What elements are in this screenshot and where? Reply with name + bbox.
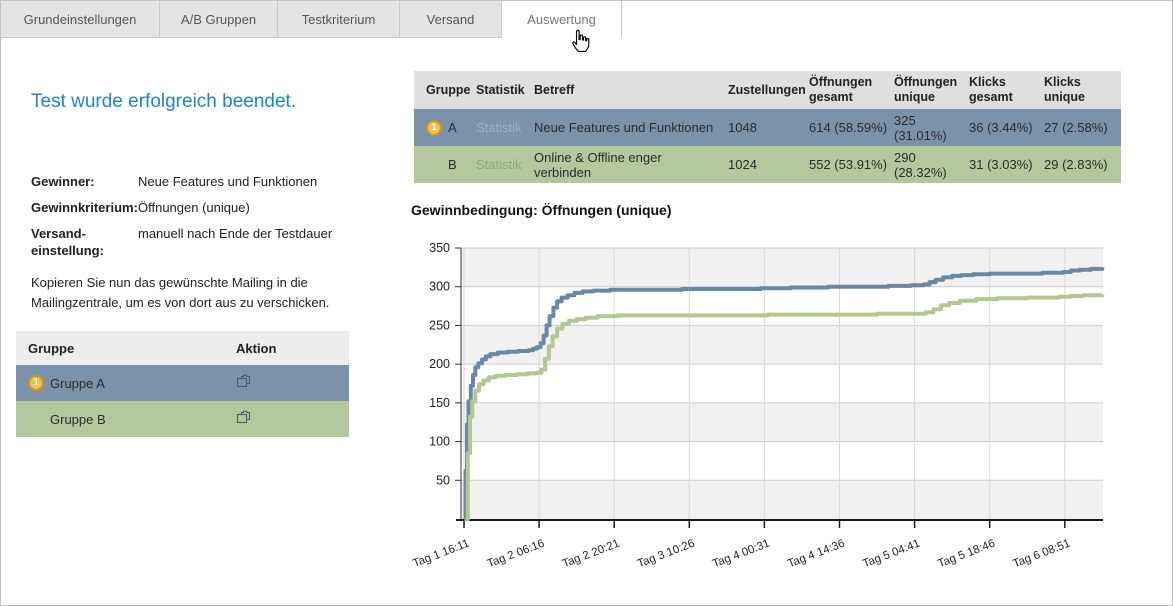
stats-group-cell: 1A — [414, 109, 476, 146]
x-tick-label: Tag 6 08:51 — [1011, 538, 1071, 571]
winner-info: Gewinner:Neue Features und FunktionenGew… — [31, 173, 361, 259]
success-heading: Test wurde erfolgreich beendet. — [31, 91, 361, 113]
copy-icon[interactable] — [236, 373, 252, 388]
groups-action-table: Gruppe Aktion 1 Gruppe A Gruppe B — [16, 331, 349, 437]
oeffnungen-gesamt-cell: 614 (58.59%) — [809, 109, 894, 146]
group-name: Gruppe B — [50, 412, 106, 427]
statistik-link[interactable]: Statistik — [476, 157, 522, 172]
chart-band — [461, 442, 1103, 481]
statistics-table: GruppeStatistikBetreffZustellungenÖffnun… — [414, 71, 1121, 183]
klicks-unique-cell: 27 (2.58%) — [1044, 109, 1121, 146]
x-tick-label: Tag 1 16:11 — [411, 538, 471, 570]
info-value: manuell nach Ende der Testdauer — [138, 225, 332, 259]
table-row: B Statistik Online & Offline enger verbind… — [414, 146, 1121, 183]
x-tick-label: Tag 2 20:21 — [561, 538, 621, 571]
tab-bar: GrundeinstellungenA/B GruppenTestkriteri… — [1, 1, 622, 38]
klicks-gesamt-cell: 31 (3.03%) — [969, 146, 1044, 183]
y-tick-label: 250 — [429, 318, 450, 332]
table-row[interactable]: 1 Gruppe A — [16, 365, 349, 401]
y-tick-label: 350 — [429, 241, 450, 255]
zustellungen-cell: 1024 — [728, 146, 809, 183]
y-tick-label: 50 — [436, 473, 450, 487]
y-tick-label: 150 — [429, 396, 450, 410]
tab-a-b-gruppen[interactable]: A/B Gruppen — [160, 1, 278, 38]
info-value: Neue Features und Funktionen — [138, 173, 317, 190]
oeffnungen-unique-cell: 325 (31.01%) — [894, 109, 969, 146]
copy-icon[interactable] — [236, 409, 252, 424]
betreff-cell: Neue Features und Funktionen — [534, 109, 728, 146]
tab-versand[interactable]: Versand — [400, 1, 502, 38]
stats-header-0: Gruppe — [414, 71, 476, 109]
group-letter-wrap: B — [426, 157, 470, 172]
y-tick-label: 300 — [429, 280, 450, 294]
tab-auswertung[interactable]: Auswertung — [502, 1, 622, 38]
ab-test-evaluation-page: GrundeinstellungenA/B GruppenTestkriteri… — [0, 0, 1173, 606]
x-tick-label: Tag 5 18:46 — [936, 538, 996, 571]
groups-header-aktion: Aktion — [236, 341, 349, 356]
stats-header-5: Öffnungen unique — [894, 71, 969, 109]
result-panel: Test wurde erfolgreich beendet. Gewinner… — [31, 91, 361, 313]
klicks-gesamt-cell: 36 (3.44%) — [969, 109, 1044, 146]
stats-header-7: Klicks unique — [1044, 71, 1121, 109]
statistik-link-cell: Statistik — [476, 146, 534, 183]
groups-header-gruppe: Gruppe — [16, 341, 236, 356]
hand-pointer-cursor-icon — [567, 29, 591, 56]
group-letter: B — [448, 157, 457, 172]
betreff-cell: Online & Offline enger verbinden — [534, 146, 728, 183]
winner-medal-icon: 1 — [28, 375, 44, 391]
tab-testkriterium[interactable]: Testkriterium — [278, 1, 400, 38]
table-row: 1AStatistikNeue Features und Funktionen1… — [414, 109, 1121, 146]
statistics-table-wrap: GruppeStatistikBetreffZustellungenÖffnun… — [414, 71, 1121, 183]
stats-header-3: Zustellungen — [728, 71, 809, 109]
stats-group-cell: B — [414, 146, 476, 183]
statistik-link[interactable]: Statistik — [476, 120, 522, 135]
chart-title: Gewinnbedingung: Öffnungen (unique) — [411, 202, 672, 218]
x-tick-label: Tag 2 06:16 — [486, 538, 546, 571]
x-tick-label: Tag 4 14:36 — [786, 538, 846, 571]
chart-band — [461, 248, 1103, 287]
info-label: Gewinnkriterium: — [31, 199, 138, 216]
klicks-unique-cell: 29 (2.83%) — [1044, 146, 1121, 183]
group-letter-wrap: 1A — [426, 120, 470, 136]
chart-band — [461, 364, 1103, 403]
group-name: Gruppe A — [50, 376, 105, 391]
info-row: Versand-einstellung:manuell nach Ende de… — [31, 225, 361, 259]
group-action-cell[interactable] — [236, 373, 349, 393]
x-tick-label: Tag 3 10:26 — [636, 538, 696, 571]
oeffnungen-unique-cell: 290 (28.32%) — [894, 146, 969, 183]
info-row: Gewinner:Neue Features und Funktionen — [31, 173, 361, 190]
info-label: Gewinner: — [31, 173, 138, 190]
stats-header-4: Öffnungen gesamt — [809, 71, 894, 109]
group-name-cell: Gruppe B — [16, 412, 236, 427]
info-row: Gewinnkriterium:Öffnungen (unique) — [31, 199, 361, 216]
copy-instruction-note: Kopieren Sie nun das gewünschte Mailing … — [31, 273, 361, 313]
group-action-cell[interactable] — [236, 409, 349, 429]
group-letter: A — [448, 120, 457, 135]
group-name-cell: 1 Gruppe A — [16, 375, 236, 391]
stats-header-6: Klicks gesamt — [969, 71, 1044, 109]
groups-table-header: Gruppe Aktion — [16, 331, 349, 365]
oeffnungen-gesamt-cell: 552 (53.91%) — [809, 146, 894, 183]
stats-header-2: Betreff — [534, 71, 728, 109]
winner-medal-icon: 1 — [426, 120, 442, 136]
stats-header-1: Statistik — [476, 71, 534, 109]
info-value: Öffnungen (unique) — [138, 199, 250, 216]
y-tick-label: 100 — [429, 435, 450, 449]
x-tick-label: Tag 5 04:41 — [861, 538, 921, 571]
chart-band — [461, 480, 1103, 519]
tab-grundeinstellungen[interactable]: Grundeinstellungen — [1, 1, 160, 38]
x-tick-label: Tag 4 00:31 — [711, 538, 771, 571]
info-label: Versand-einstellung: — [31, 225, 138, 259]
zustellungen-cell: 1048 — [728, 109, 809, 146]
chart-band — [461, 403, 1103, 442]
winning-condition-chart: 50 100 150 200 250 300 350 Tag 1 16:11 Tag 2 06:… — [406, 236, 1121, 581]
statistik-link-cell: Statistik — [476, 109, 534, 146]
y-tick-label: 200 — [429, 357, 450, 371]
table-row[interactable]: Gruppe B — [16, 401, 349, 437]
